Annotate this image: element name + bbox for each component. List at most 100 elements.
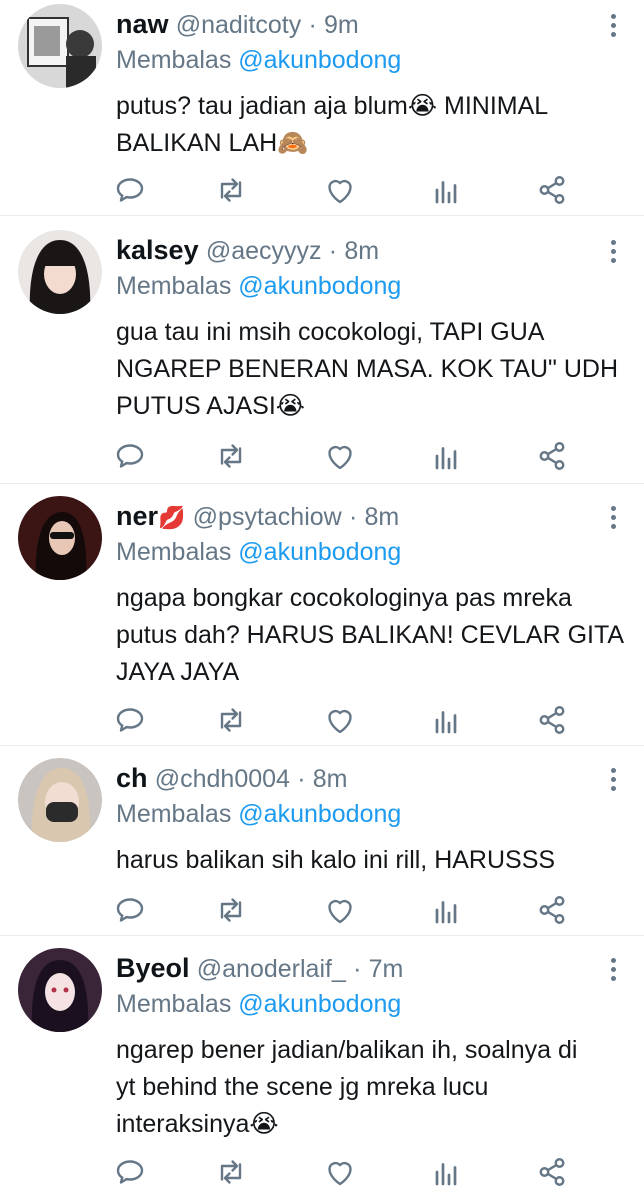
tweet-text-line: ngapa bongkar cocokologinya pas mreka: [116, 584, 572, 612]
more-vertical-icon[interactable]: [610, 768, 618, 795]
reply-bubble-icon[interactable]: [112, 892, 148, 928]
retweet-icon[interactable]: [213, 1154, 249, 1190]
tweet-text: gua tau ini msih cocokologi, TAPI GUA NG…: [116, 314, 619, 425]
heart-icon[interactable]: [322, 438, 358, 474]
reply-bubble-icon[interactable]: [112, 1154, 148, 1190]
reply-mention-link[interactable]: @akunbodong: [238, 990, 401, 1018]
share-icon[interactable]: [534, 1154, 570, 1190]
reply-mention-link[interactable]: @akunbodong: [238, 538, 401, 566]
share-icon[interactable]: [534, 438, 570, 474]
tweet[interactable]: ner💋 @psytachiow · 8m Membalas @akunbodo…: [0, 484, 644, 746]
timestamp[interactable]: 8m: [344, 237, 379, 265]
tweet-header: ch @chdh0004 · 8m: [116, 760, 348, 797]
tweet-text-line: yt behind the scene jg mreka lucu: [116, 1073, 489, 1101]
user-handle[interactable]: @naditcoty: [176, 11, 301, 39]
tweet-text-line: gua tau ini msih cocokologi, TAPI GUA: [116, 318, 545, 346]
separator-dot: ·: [308, 11, 317, 39]
tweet[interactable]: ch @chdh0004 · 8m Membalas @akunbodong h…: [0, 746, 644, 936]
display-name[interactable]: ner: [116, 501, 158, 531]
avatar[interactable]: [18, 496, 102, 580]
more-vertical-icon[interactable]: [610, 506, 618, 533]
reply-mention-link[interactable]: @akunbodong: [238, 800, 401, 828]
tweet[interactable]: kalsey @aecyyyz · 8m Membalas @akunbodon…: [0, 216, 644, 484]
tweet-header: naw @naditcoty · 9m: [116, 6, 359, 43]
more-vertical-icon[interactable]: [610, 14, 618, 41]
more-vertical-icon[interactable]: [610, 240, 618, 267]
avatar[interactable]: [18, 758, 102, 842]
tweet-text-line: JAYA JAYA: [116, 658, 240, 686]
tweet-text-line: putus? tau jadian aja blum😭 MINIMAL: [116, 92, 549, 120]
share-icon[interactable]: [534, 172, 570, 208]
display-name[interactable]: kalsey: [116, 235, 199, 265]
reply-prefix: Membalas: [116, 800, 232, 828]
reply-prefix: Membalas: [116, 272, 232, 300]
separator-dot: ·: [353, 955, 362, 983]
reply-prefix: Membalas: [116, 990, 232, 1018]
reply-mention-link[interactable]: @akunbodong: [238, 272, 401, 300]
separator-dot: ·: [297, 765, 306, 793]
tweet-text-line: BALIKAN LAH🙈: [116, 129, 309, 157]
tweet-text-line: NGAREP BENERAN MASA. KOK TAU" UDH: [116, 355, 619, 383]
user-handle[interactable]: @anoderlaif_: [197, 955, 346, 983]
tweet-text: ngarep bener jadian/balikan ih, soalnya …: [116, 1032, 600, 1143]
tweet-text: ngapa bongkar cocokologinya pas mreka pu…: [116, 580, 625, 691]
timestamp[interactable]: 7m: [369, 955, 404, 983]
avatar[interactable]: [18, 4, 102, 88]
timestamp[interactable]: 8m: [313, 765, 348, 793]
tweet[interactable]: naw @naditcoty · 9m Membalas @akunbodong…: [0, 0, 644, 216]
reply-context: Membalas @akunbodong: [116, 536, 401, 568]
heart-icon[interactable]: [322, 892, 358, 928]
reply-prefix: Membalas: [116, 538, 232, 566]
reply-context: Membalas @akunbodong: [116, 44, 401, 76]
display-name[interactable]: Byeol: [116, 953, 190, 983]
more-vertical-icon[interactable]: [610, 958, 618, 985]
reply-bubble-icon[interactable]: [112, 438, 148, 474]
analytics-bars-icon[interactable]: [428, 1154, 464, 1190]
tweet-actions: [0, 1154, 644, 1194]
retweet-icon[interactable]: [213, 438, 249, 474]
kiss-mark-emoji: 💋: [158, 505, 186, 530]
separator-dot: ·: [348, 503, 358, 531]
user-handle[interactable]: @psytachiow: [193, 503, 342, 531]
heart-icon[interactable]: [322, 172, 358, 208]
tweet-text-line: harus balikan sih kalo ini rill, HARUSSS: [116, 846, 556, 874]
tweet-header: Byeol @anoderlaif_ · 7m: [116, 950, 403, 987]
retweet-icon[interactable]: [213, 892, 249, 928]
analytics-bars-icon[interactable]: [428, 438, 464, 474]
tweet-text-line: PUTUS AJASI😭: [116, 392, 305, 420]
tweet-actions: [0, 702, 644, 742]
tweet-text-line: interaksinya😭: [116, 1110, 279, 1138]
retweet-icon[interactable]: [213, 702, 249, 738]
tweet-text-line: putus dah? HARUS BALIKAN! CEVLAR GITA: [116, 621, 625, 649]
display-name[interactable]: naw: [116, 9, 169, 39]
reply-prefix: Membalas: [116, 46, 232, 74]
avatar[interactable]: [18, 948, 102, 1032]
user-handle[interactable]: @chdh0004: [155, 765, 290, 793]
tweet-actions: [0, 438, 644, 478]
share-icon[interactable]: [534, 892, 570, 928]
tweet[interactable]: Byeol @anoderlaif_ · 7m Membalas @akunbo…: [0, 936, 644, 1200]
tweet-header: ner💋 @psytachiow · 8m: [116, 498, 399, 536]
reply-bubble-icon[interactable]: [112, 172, 148, 208]
tweet-actions: [0, 892, 644, 932]
share-icon[interactable]: [534, 702, 570, 738]
reply-context: Membalas @akunbodong: [116, 988, 401, 1020]
reply-context: Membalas @akunbodong: [116, 270, 401, 302]
timestamp[interactable]: 9m: [324, 11, 359, 39]
display-name[interactable]: ch: [116, 763, 148, 793]
retweet-icon[interactable]: [213, 172, 249, 208]
reply-mention-link[interactable]: @akunbodong: [238, 46, 401, 74]
heart-icon[interactable]: [322, 702, 358, 738]
separator-dot: ·: [328, 237, 338, 265]
tweet-actions: [0, 172, 644, 212]
user-handle[interactable]: @aecyyyz: [206, 237, 322, 265]
analytics-bars-icon[interactable]: [428, 172, 464, 208]
avatar[interactable]: [18, 230, 102, 314]
tweet-text: harus balikan sih kalo ini rill, HARUSSS: [116, 842, 600, 879]
reply-bubble-icon[interactable]: [112, 702, 148, 738]
timestamp[interactable]: 8m: [365, 503, 400, 531]
analytics-bars-icon[interactable]: [428, 892, 464, 928]
heart-icon[interactable]: [322, 1154, 358, 1190]
analytics-bars-icon[interactable]: [428, 702, 464, 738]
reply-context: Membalas @akunbodong: [116, 798, 401, 830]
